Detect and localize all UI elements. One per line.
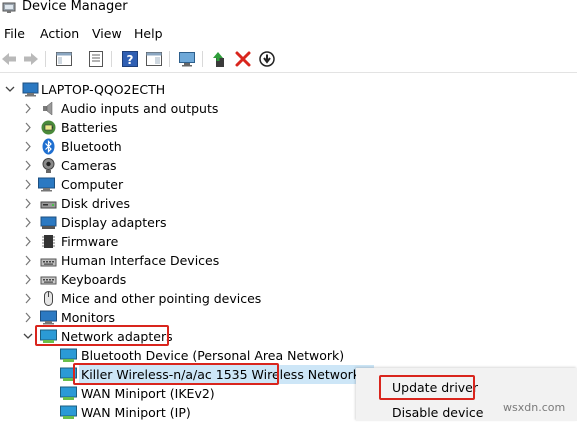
bluetooth-icon — [40, 138, 57, 155]
chevron-right-icon[interactable] — [22, 175, 34, 194]
forward-arrow-icon[interactable] — [22, 50, 40, 68]
window-title: Device Manager — [22, 0, 128, 14]
uninstall-device-icon[interactable] — [234, 50, 252, 68]
network-adapter-icon — [60, 385, 77, 402]
svg-text:?: ? — [127, 53, 134, 67]
network-adapter-icon — [60, 347, 77, 364]
tree-category-bluetooth[interactable]: Bluetooth — [0, 137, 577, 156]
tree-category-hid[interactable]: Human Interface Devices — [0, 251, 577, 270]
tree-root[interactable]: LAPTOP-QQO2ECTH — [0, 80, 577, 99]
chevron-right-icon[interactable] — [22, 137, 34, 156]
monitor-icon — [40, 309, 57, 326]
highlight-box — [73, 363, 279, 385]
tree-category-display-adapters[interactable]: Display adapters — [0, 213, 577, 232]
network-adapter-icon — [60, 404, 77, 421]
action-pane-icon[interactable] — [145, 50, 163, 68]
menu-action[interactable]: Action — [40, 25, 79, 43]
tree-root-label: LAPTOP-QQO2ECTH — [41, 82, 166, 97]
toolbar-separator — [111, 51, 112, 67]
chevron-right-icon[interactable] — [22, 251, 34, 270]
keyboard-icon — [40, 271, 57, 288]
tree-category-label: Mice and other pointing devices — [61, 291, 262, 306]
chevron-down-icon[interactable] — [4, 80, 16, 99]
tree-category-batteries[interactable]: Batteries — [0, 118, 577, 137]
chevron-right-icon[interactable] — [22, 194, 34, 213]
tree-category-label: Keyboards — [61, 272, 127, 287]
toolbar-separator — [202, 51, 203, 67]
toolbar: ? — [0, 46, 577, 73]
help-icon[interactable]: ? — [121, 50, 139, 68]
toolbar-separator — [169, 51, 170, 67]
title-bar: Device Manager — [0, 0, 577, 19]
chevron-right-icon[interactable] — [22, 213, 34, 232]
show-hide-console-tree-icon[interactable] — [55, 50, 73, 68]
tree-category-label: Display adapters — [61, 215, 167, 230]
chevron-right-icon[interactable] — [22, 289, 34, 308]
hid-icon — [40, 252, 57, 269]
properties-icon[interactable] — [87, 50, 105, 68]
menu-file[interactable]: File — [4, 25, 25, 43]
tree-category-keyboards[interactable]: Keyboards — [0, 270, 577, 289]
tree-category-label: Cameras — [61, 158, 117, 173]
tree-device-label: WAN Miniport (IKEv2) — [81, 386, 215, 401]
chevron-right-icon[interactable] — [22, 99, 34, 118]
disk-drive-icon — [40, 195, 57, 212]
chevron-right-icon[interactable] — [22, 118, 34, 137]
tree-category-firmware[interactable]: Firmware — [0, 232, 577, 251]
disable-device-icon[interactable] — [258, 50, 276, 68]
back-arrow-icon[interactable] — [0, 50, 18, 68]
menu-help[interactable]: Help — [134, 25, 163, 43]
tree-category-label: Audio inputs and outputs — [61, 101, 219, 116]
mouse-icon — [40, 290, 57, 307]
tree-category-label: Firmware — [61, 234, 119, 249]
toolbar-separator — [45, 51, 46, 67]
chevron-right-icon[interactable] — [22, 156, 34, 175]
tree-category-label: Computer — [61, 177, 124, 192]
highlight-box — [379, 375, 475, 400]
chevron-right-icon[interactable] — [22, 308, 34, 327]
menu-view[interactable]: View — [92, 25, 122, 43]
chevron-right-icon[interactable] — [22, 232, 34, 251]
update-driver-icon[interactable] — [210, 50, 228, 68]
device-manager-icon — [2, 1, 16, 15]
tree-category-label: Human Interface Devices — [61, 253, 220, 268]
camera-icon — [40, 157, 57, 174]
highlight-box — [35, 325, 169, 346]
speaker-icon — [40, 100, 57, 117]
tree-device-label: WAN Miniport (IP) — [81, 405, 191, 420]
chevron-down-icon[interactable] — [22, 327, 34, 346]
watermark: wsxdn.com — [503, 401, 566, 414]
scan-hardware-icon[interactable] — [178, 50, 196, 68]
tree-category-computer[interactable]: Computer — [0, 175, 577, 194]
tree-category-label: Disk drives — [61, 196, 130, 211]
computer-icon — [38, 176, 55, 193]
firmware-icon — [40, 233, 57, 250]
disable-device-menu-item[interactable]: Disable device — [392, 403, 483, 422]
computer-icon — [22, 81, 39, 98]
tree-category-label: Bluetooth — [61, 139, 122, 154]
tree-category-disk-drives[interactable]: Disk drives — [0, 194, 577, 213]
tree-category-cameras[interactable]: Cameras — [0, 156, 577, 175]
tree-category-label: Batteries — [61, 120, 118, 135]
display-adapter-icon — [40, 214, 57, 231]
tree-category-audio[interactable]: Audio inputs and outputs — [0, 99, 577, 118]
chevron-right-icon[interactable] — [22, 270, 34, 289]
tree-category-mice[interactable]: Mice and other pointing devices — [0, 289, 577, 308]
battery-icon — [40, 119, 57, 136]
